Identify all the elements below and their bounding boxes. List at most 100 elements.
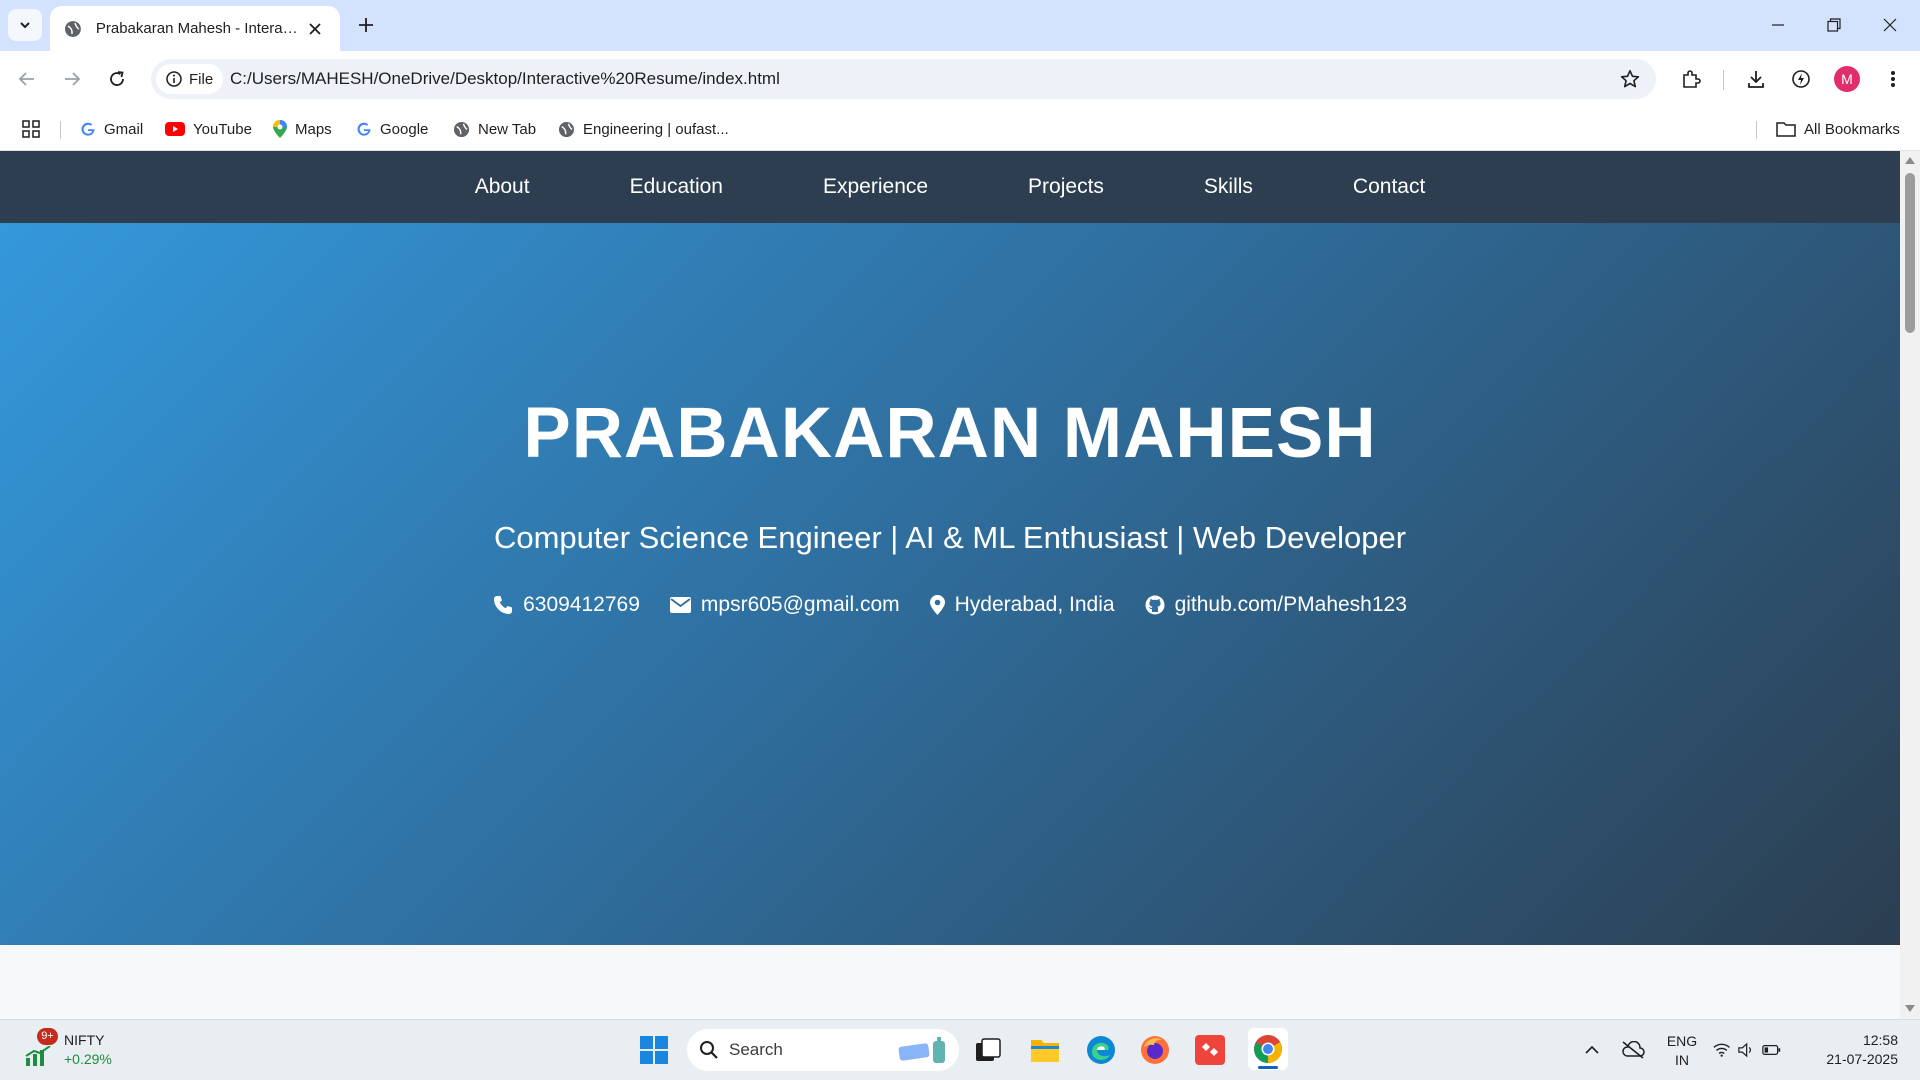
contact-github: github.com/PMahesh123 <box>1145 593 1407 617</box>
forward-button[interactable] <box>54 61 90 97</box>
minimize-button[interactable] <box>1750 8 1806 42</box>
arrow-left-icon <box>18 72 34 86</box>
extensions-button[interactable] <box>1673 61 1709 97</box>
nav-link-about[interactable]: About <box>475 175 530 199</box>
nav-link-contact[interactable]: Contact <box>1353 175 1425 199</box>
quick-settings-button[interactable] <box>1713 1039 1781 1061</box>
contact-info-row: 6309412769 mpsr605@gmail.com Hyderabad, … <box>0 593 1900 617</box>
wifi-icon <box>1713 1043 1730 1057</box>
clock-time: 12:58 <box>1862 1032 1898 1048</box>
bookmark-label: New Tab <box>478 120 537 138</box>
address-bar[interactable]: File C:/Users/MAHESH/OneDrive/Desktop/In… <box>151 59 1656 99</box>
page-scrollbar[interactable] <box>1900 151 1920 1019</box>
travel-luggage-icon <box>898 1037 945 1063</box>
bookmark-youtube[interactable]: YouTube <box>165 115 252 143</box>
arrow-right-icon <box>65 72 81 86</box>
firefox-icon <box>1141 1036 1169 1064</box>
speed-icon <box>1792 70 1810 88</box>
url-text[interactable]: C:/Users/MAHESH/OneDrive/Desktop/Interac… <box>230 69 780 89</box>
task-view-icon <box>976 1038 1001 1061</box>
profile-avatar[interactable]: M <box>1834 66 1860 92</box>
search-icon <box>700 1041 718 1059</box>
all-bookmarks-label: All Bookmarks <box>1804 120 1900 138</box>
browser-toolbar: File C:/Users/MAHESH/OneDrive/Desktop/In… <box>0 51 1920 107</box>
close-window-button[interactable] <box>1862 8 1918 42</box>
scroll-up-arrow-icon <box>1905 157 1915 164</box>
browser-menu-button[interactable] <box>1875 61 1911 97</box>
toolbar-divider <box>1723 70 1724 90</box>
show-hidden-icons-button[interactable] <box>1574 1032 1610 1068</box>
file-explorer-button[interactable] <box>1027 1032 1063 1068</box>
reload-icon <box>110 71 124 86</box>
bookmark-star-button[interactable] <box>1616 65 1644 93</box>
hero-tagline: Computer Science Engineer | AI & ML Enth… <box>493 520 1407 555</box>
bookmark-label: Google <box>380 120 429 138</box>
youtube-icon <box>165 122 185 136</box>
scrollbar-thumb[interactable] <box>1905 173 1915 333</box>
battery-icon <box>1762 1045 1781 1055</box>
puzzle-icon <box>1683 70 1701 88</box>
bookmark-gmail[interactable]: Gmail <box>80 115 143 143</box>
windows-taskbar: 9+ NIFTY +0.29% Search ENG IN 12:58 21-0… <box>0 1019 1920 1080</box>
downloads-button[interactable] <box>1738 61 1774 97</box>
nav-link-projects[interactable]: Projects <box>1028 175 1104 199</box>
contact-email-text: mpsr605@gmail.com <box>700 593 900 616</box>
site-info-chip[interactable]: File <box>156 64 224 94</box>
nav-link-skills[interactable]: Skills <box>1204 175 1253 199</box>
bookmark-label: Maps <box>295 120 332 138</box>
nav-link-education[interactable]: Education <box>630 175 723 199</box>
tab-search-button[interactable] <box>8 9 42 41</box>
google-icon <box>81 122 95 136</box>
edge-browser-button[interactable] <box>1083 1032 1119 1068</box>
back-button[interactable] <box>9 61 45 97</box>
globe-icon <box>558 121 575 137</box>
lang-line-2: IN <box>1675 1052 1689 1068</box>
cloud-offline-icon <box>1622 1041 1645 1059</box>
chrome-button-active[interactable] <box>1248 1028 1288 1070</box>
performance-button[interactable] <box>1783 61 1819 97</box>
widget-badge: 9+ <box>37 1028 58 1045</box>
taskbar-search[interactable]: Search <box>687 1029 959 1071</box>
anydesk-icon <box>1195 1035 1225 1065</box>
restore-button[interactable] <box>1806 8 1862 42</box>
restore-icon <box>1827 18 1841 32</box>
volume-icon <box>1738 1042 1752 1058</box>
browser-tab-strip: Prabakaran Mahesh - Interactive Resume <box>0 0 1920 51</box>
browser-tab-active[interactable]: Prabakaran Mahesh - Interactive Resume <box>50 6 340 51</box>
clock[interactable]: 12:58 21-07-2025 <box>1812 1031 1910 1069</box>
anydesk-button[interactable] <box>1192 1032 1228 1068</box>
site-navigation: About Education Experience Projects Skil… <box>0 151 1900 223</box>
bookmarks-divider <box>1756 121 1757 139</box>
contact-phone: 6309412769 <box>493 593 640 617</box>
contact-github-text[interactable]: github.com/PMahesh123 <box>1175 593 1407 617</box>
nav-link-experience[interactable]: Experience <box>823 175 928 199</box>
globe-icon <box>453 121 470 137</box>
tab-close-button[interactable] <box>304 18 326 40</box>
bookmark-label: Engineering | oufast... <box>583 120 729 138</box>
chevron-down-icon <box>20 22 30 29</box>
firefox-button[interactable] <box>1137 1032 1173 1068</box>
scroll-down-arrow-icon <box>1905 1005 1915 1012</box>
apps-button[interactable] <box>22 115 40 143</box>
contact-phone-text: 6309412769 <box>523 593 640 616</box>
lang-line-1: ENG <box>1666 1033 1698 1049</box>
onedrive-status-button[interactable] <box>1615 1032 1651 1068</box>
hero-section: PRABAKARAN MAHESH Computer Science Engin… <box>0 223 1900 945</box>
start-button[interactable] <box>636 1032 672 1068</box>
tab-title: Prabakaran Mahesh - Interactive Resume <box>95 20 304 37</box>
bookmark-new-tab[interactable]: New Tab <box>453 115 536 143</box>
stock-chart-icon <box>25 1046 51 1066</box>
reload-button[interactable] <box>99 61 135 97</box>
bookmark-engineering[interactable]: Engineering | oufast... <box>558 115 729 143</box>
bookmark-maps[interactable]: Maps <box>273 115 332 143</box>
task-view-button[interactable] <box>970 1032 1006 1068</box>
all-bookmarks-button[interactable]: All Bookmarks <box>1776 115 1900 143</box>
apps-grid-icon <box>22 120 40 138</box>
new-tab-button[interactable] <box>353 12 379 38</box>
windows-logo-icon <box>640 1036 668 1064</box>
input-language-indicator[interactable]: ENG IN <box>1663 1032 1701 1070</box>
market-widget[interactable]: 9+ NIFTY +0.29% <box>20 1028 130 1072</box>
download-icon <box>1748 71 1764 88</box>
bookmark-google[interactable]: Google <box>356 115 428 143</box>
chevron-up-icon <box>1585 1045 1599 1054</box>
